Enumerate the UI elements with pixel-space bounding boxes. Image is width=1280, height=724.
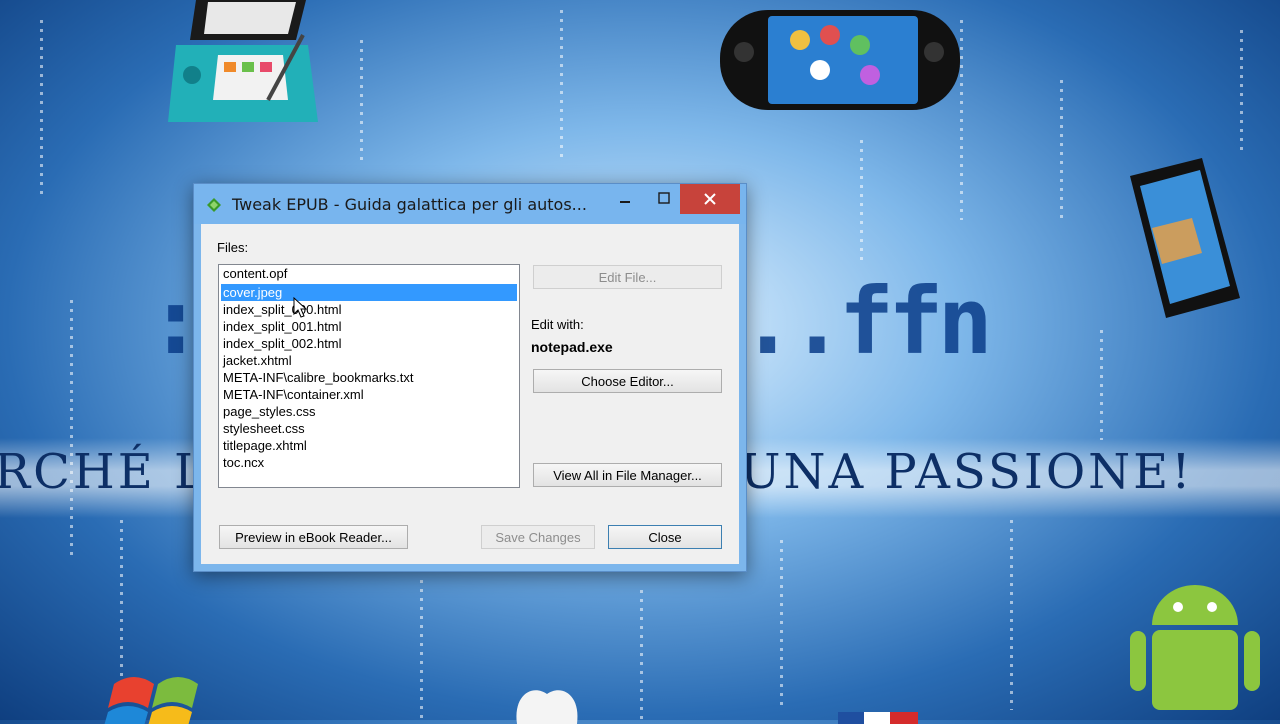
android-logo-image xyxy=(1130,585,1260,710)
list-item[interactable]: META-INF\calibre_bookmarks.txt xyxy=(219,369,519,386)
ps-vita-image xyxy=(720,10,960,110)
list-item[interactable]: stylesheet.css xyxy=(219,420,519,437)
matrix-streak xyxy=(780,540,783,710)
edit-file-button[interactable]: Edit File... xyxy=(533,265,722,289)
save-changes-button[interactable]: Save Changes xyxy=(481,525,595,549)
files-label: Files: xyxy=(217,240,249,255)
list-item[interactable]: titlepage.xhtml xyxy=(219,437,519,454)
apple-logo-image xyxy=(516,690,578,724)
list-item[interactable]: page_styles.css xyxy=(219,403,519,420)
list-item[interactable]: content.opf xyxy=(219,265,519,282)
mouse-cursor-icon xyxy=(293,297,307,318)
wallpaper-logo-right: ..ffn xyxy=(740,268,993,375)
matrix-streak xyxy=(70,300,73,560)
minimize-button[interactable] xyxy=(610,184,640,212)
preview-in-ebook-reader-button[interactable]: Preview in eBook Reader... xyxy=(219,525,408,549)
list-item[interactable]: jacket.xhtml xyxy=(219,352,519,369)
matrix-streak xyxy=(40,20,43,200)
close-button[interactable]: Close xyxy=(608,525,722,549)
matrix-streak xyxy=(420,580,423,720)
matrix-streak xyxy=(1060,80,1063,220)
view-all-in-file-manager-button[interactable]: View All in File Manager... xyxy=(533,463,722,487)
windows-logo-image xyxy=(104,677,198,724)
smartphone-image xyxy=(1130,158,1240,318)
maximize-icon xyxy=(658,192,670,204)
editor-name: notepad.exe xyxy=(531,339,613,355)
list-item[interactable]: index_split_001.html xyxy=(219,318,519,335)
list-item[interactable]: toc.ncx xyxy=(219,454,519,471)
flag-logo-image xyxy=(838,712,918,724)
maximize-button[interactable] xyxy=(649,184,679,212)
tweak-epub-dialog: Tweak EPUB - Guida galattica per gli aut… xyxy=(193,183,747,572)
calibre-icon xyxy=(207,198,221,212)
list-item[interactable]: index_split_002.html xyxy=(219,335,519,352)
close-window-button[interactable] xyxy=(680,184,740,214)
files-list[interactable]: content.opf cover.jpeg index_split_000.htm… xyxy=(218,264,520,488)
matrix-streak xyxy=(960,20,963,220)
matrix-streak xyxy=(560,10,563,160)
wallpaper-banner-text-right: UNA PASSIONE! xyxy=(740,444,1194,500)
matrix-streak xyxy=(1100,330,1103,440)
minimize-icon xyxy=(620,201,630,203)
dialog-body: Files: content.opf cover.jpeg index_split_… xyxy=(201,224,739,564)
list-item[interactable]: META-INF\container.xml xyxy=(219,386,519,403)
window-title: Tweak EPUB - Guida galattica per gli aut… xyxy=(232,195,587,214)
matrix-streak xyxy=(1240,30,1243,150)
edit-with-label: Edit with: xyxy=(531,317,584,332)
matrix-streak xyxy=(360,40,363,160)
matrix-streak xyxy=(640,590,643,720)
matrix-streak xyxy=(860,140,863,260)
wallpaper-banner-text-left: RCHÉ L xyxy=(0,444,209,500)
matrix-streak xyxy=(1010,520,1013,710)
title-bar[interactable]: Tweak EPUB - Guida galattica per gli aut… xyxy=(194,184,746,224)
nintendo-3ds-image xyxy=(168,0,318,122)
close-icon xyxy=(704,193,716,205)
choose-editor-button[interactable]: Choose Editor... xyxy=(533,369,722,393)
list-item[interactable]: index_split_000.html xyxy=(219,301,519,318)
list-item-selected[interactable]: cover.jpeg xyxy=(221,284,517,301)
